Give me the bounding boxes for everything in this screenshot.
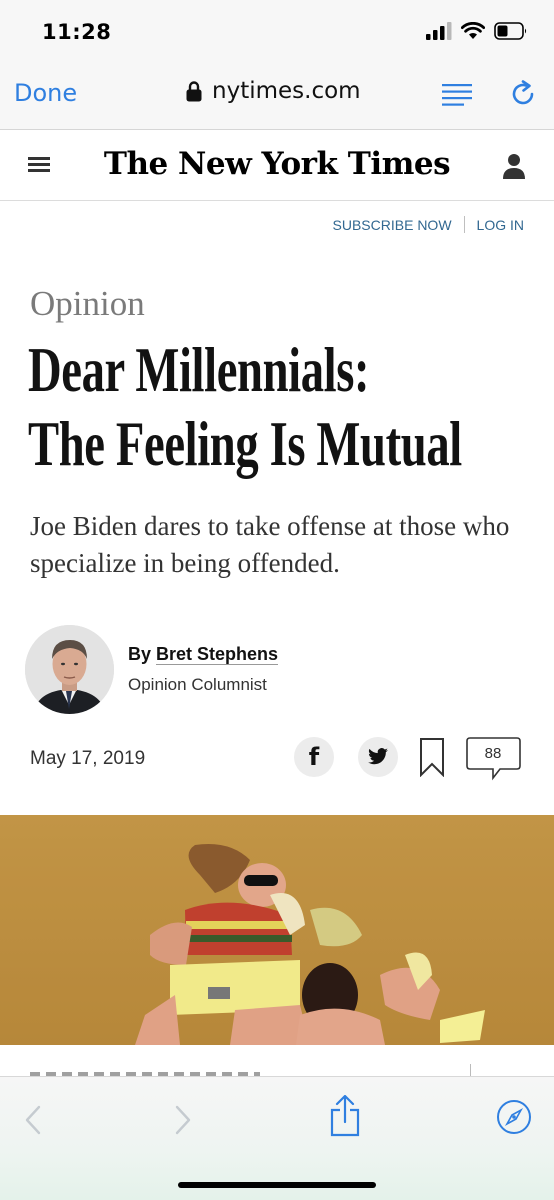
facebook-share-button[interactable]: f <box>294 737 334 777</box>
subscribe-now-link[interactable]: SUBSCRIBE NOW <box>333 217 452 233</box>
share-icon[interactable] <box>330 1095 360 1137</box>
cellular-signal-icon <box>426 22 452 40</box>
byline-name: By Bret Stephens <box>128 644 279 665</box>
address-bar[interactable]: nytimes.com <box>186 78 361 104</box>
url-text: nytimes.com <box>212 78 361 104</box>
twitter-share-button[interactable] <box>358 737 398 777</box>
byline: By Bret Stephens Opinion Columnist <box>25 625 279 714</box>
article-headline: Dear Millennials: The Feeling Is Mutual <box>28 333 462 481</box>
site-logo[interactable]: The New York Times <box>0 146 554 182</box>
wifi-icon <box>461 22 485 39</box>
reader-view-icon[interactable] <box>442 84 474 106</box>
author-avatar[interactable] <box>25 625 114 714</box>
status-time: 11:28 <box>42 20 112 44</box>
share-tools: f 88 <box>294 737 524 781</box>
link-divider <box>463 216 465 233</box>
headline-line-2: The Feeling Is Mutual <box>28 409 462 479</box>
hero-photo[interactable] <box>0 815 554 1045</box>
home-indicator[interactable] <box>178 1182 376 1188</box>
status-bar: 11:28 <box>0 0 554 60</box>
account-icon[interactable] <box>502 153 526 181</box>
log-in-link[interactable]: LOG IN <box>477 217 524 233</box>
article-summary: Joe Biden dares to take offense at those… <box>30 511 510 578</box>
done-button[interactable]: Done <box>14 79 77 107</box>
byline-prefix: By <box>128 644 152 664</box>
back-icon[interactable] <box>24 1105 42 1135</box>
site-header: The New York Times <box>0 131 554 201</box>
bookmark-icon[interactable] <box>419 737 445 777</box>
browser-toolbar: Done nytimes.com <box>0 60 554 130</box>
lock-icon <box>186 81 202 102</box>
reload-icon[interactable] <box>510 80 538 108</box>
subscription-links: SUBSCRIBE NOW LOG IN <box>333 216 524 233</box>
browser-bottom-toolbar <box>0 1076 554 1200</box>
author-role: Opinion Columnist <box>128 675 267 694</box>
publish-date: May 17, 2019 <box>30 748 146 769</box>
twitter-icon <box>368 748 388 765</box>
compass-icon[interactable] <box>496 1099 532 1135</box>
forward-icon[interactable] <box>174 1105 192 1135</box>
battery-icon <box>494 22 527 40</box>
facebook-icon: f <box>308 743 320 771</box>
comment-count: 88 <box>484 745 502 762</box>
status-icons <box>426 22 528 40</box>
author-link[interactable]: Bret Stephens <box>156 644 279 665</box>
section-kicker[interactable]: Opinion <box>30 284 145 324</box>
byline-text: By Bret Stephens Opinion Columnist <box>128 644 279 695</box>
comments-button[interactable]: 88 <box>466 737 522 786</box>
headline-line-1: Dear Millennials: <box>28 335 370 405</box>
